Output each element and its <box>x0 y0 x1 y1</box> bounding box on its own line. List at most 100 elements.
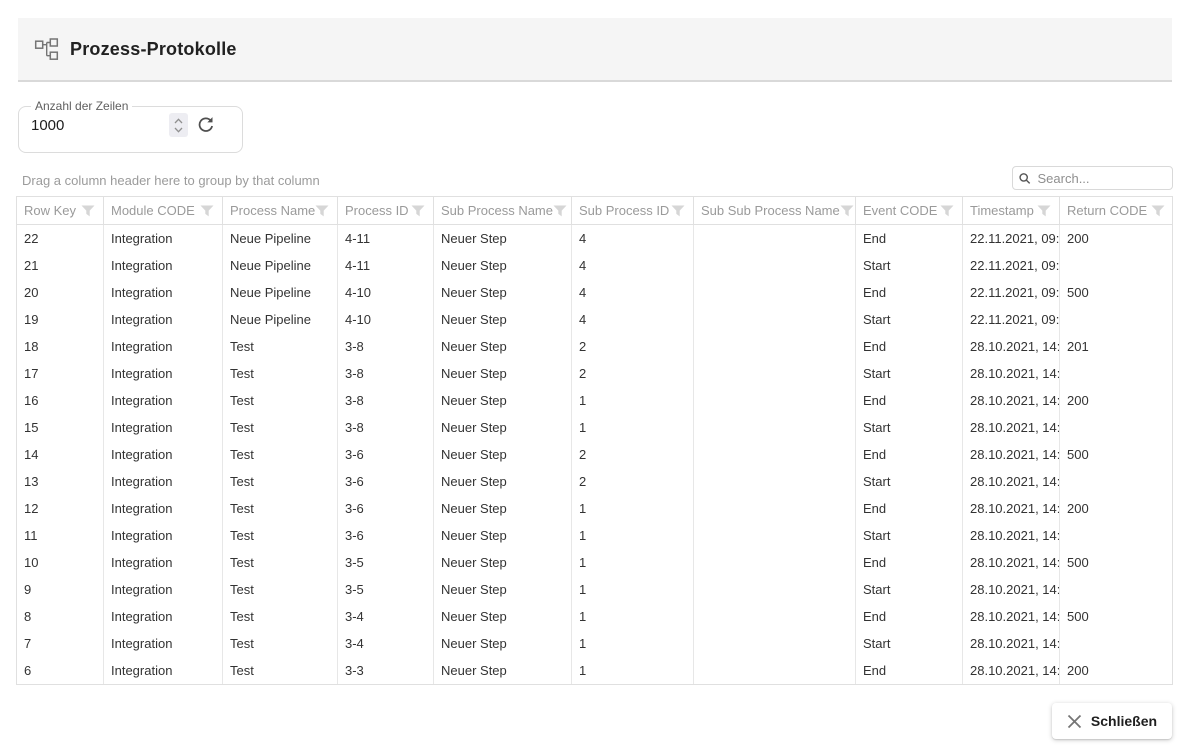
refresh-button[interactable] <box>194 113 218 137</box>
table-cell-timestamp: 22.11.2021, 09:37 <box>963 225 1060 252</box>
search-box[interactable] <box>1012 166 1173 190</box>
table-cell-sub-sub-process-name <box>694 549 856 576</box>
filter-funnel-icon[interactable] <box>940 205 954 217</box>
column-header-label: Row Key <box>24 203 76 218</box>
table-cell-sub-process-id: 2 <box>572 468 694 495</box>
table-cell-process-name: Test <box>223 441 338 468</box>
table-cell-sub-process-name: Neuer Step <box>434 468 572 495</box>
table-cell-sub-process-name: Neuer Step <box>434 576 572 603</box>
search-input[interactable] <box>1036 170 1167 187</box>
close-button[interactable]: Schließen <box>1052 703 1172 739</box>
table-cell-process-name: Neue Pipeline <box>223 279 338 306</box>
filter-funnel-icon[interactable] <box>553 205 567 217</box>
table-row[interactable]: 7IntegrationTest3-4Neuer Step1Start28.10… <box>17 630 1172 657</box>
table-cell-return-code <box>1060 468 1173 495</box>
table-cell-sub-process-name: Neuer Step <box>434 603 572 630</box>
table-cell-event-code: Start <box>856 630 963 657</box>
table-cell-event-code: End <box>856 387 963 414</box>
table-cell-event-code: End <box>856 549 963 576</box>
column-header-sub-process-name[interactable]: Sub Process Name <box>434 197 572 224</box>
table-cell-timestamp: 28.10.2021, 14:25 <box>963 441 1060 468</box>
table-cell-module-code: Integration <box>104 225 223 252</box>
table-cell-sub-process-id: 1 <box>572 576 694 603</box>
table-cell-sub-process-name: Neuer Step <box>434 441 572 468</box>
column-header-process-name[interactable]: Process Name <box>223 197 338 224</box>
table-cell-sub-process-id: 1 <box>572 414 694 441</box>
table-row[interactable]: 17IntegrationTest3-8Neuer Step2Start28.1… <box>17 360 1172 387</box>
table-cell-sub-process-id: 4 <box>572 225 694 252</box>
filter-funnel-icon[interactable] <box>411 205 425 217</box>
filter-funnel-icon[interactable] <box>81 205 95 217</box>
spin-up-icon[interactable] <box>174 118 183 124</box>
table-cell-process-name: Neue Pipeline <box>223 225 338 252</box>
group-panel-hint: Drag a column header here to group by th… <box>22 173 320 188</box>
table-cell-timestamp: 22.11.2021, 09:37 <box>963 252 1060 279</box>
spin-down-icon[interactable] <box>174 127 183 133</box>
table-cell-return-code: 200 <box>1060 657 1173 684</box>
table-row[interactable]: 9IntegrationTest3-5Neuer Step1Start28.10… <box>17 576 1172 603</box>
table-row[interactable]: 8IntegrationTest3-4Neuer Step1End28.10.2… <box>17 603 1172 630</box>
filter-funnel-icon[interactable] <box>671 205 685 217</box>
table-cell-return-code: 500 <box>1060 441 1173 468</box>
table-cell-event-code: Start <box>856 414 963 441</box>
table-cell-sub-process-id: 1 <box>572 522 694 549</box>
table-cell-sub-process-name: Neuer Step <box>434 306 572 333</box>
table-cell-process-name: Test <box>223 333 338 360</box>
column-header-sub-sub-process-name[interactable]: Sub Sub Process Name <box>694 197 856 224</box>
table-row[interactable]: 14IntegrationTest3-6Neuer Step2End28.10.… <box>17 441 1172 468</box>
table-cell-module-code: Integration <box>104 549 223 576</box>
table-cell-return-code <box>1060 360 1173 387</box>
table-row[interactable]: 6IntegrationTest3-3Neuer Step1End28.10.2… <box>17 657 1172 684</box>
table-cell-process-name: Test <box>223 360 338 387</box>
column-header-row-key[interactable]: Row Key <box>17 197 104 224</box>
table-row[interactable]: 13IntegrationTest3-6Neuer Step2Start28.1… <box>17 468 1172 495</box>
table-cell-process-name: Neue Pipeline <box>223 252 338 279</box>
table-row[interactable]: 16IntegrationTest3-8Neuer Step1End28.10.… <box>17 387 1172 414</box>
table-cell-process-name: Test <box>223 468 338 495</box>
filter-funnel-icon[interactable] <box>1151 205 1165 217</box>
table-cell-sub-process-id: 4 <box>572 279 694 306</box>
filter-funnel-icon[interactable] <box>1037 205 1051 217</box>
table-row[interactable]: 19IntegrationNeue Pipeline4-10Neuer Step… <box>17 306 1172 333</box>
table-cell-process-name: Test <box>223 576 338 603</box>
table-row[interactable]: 15IntegrationTest3-8Neuer Step1Start28.1… <box>17 414 1172 441</box>
table-row[interactable]: 22IntegrationNeue Pipeline4-11Neuer Step… <box>17 225 1172 252</box>
table-cell-row-key: 11 <box>17 522 104 549</box>
column-header-return-code[interactable]: Return CODE <box>1060 197 1173 224</box>
filter-funnel-icon[interactable] <box>200 205 214 217</box>
number-spinner[interactable] <box>169 113 188 137</box>
table-cell-process-name: Test <box>223 522 338 549</box>
column-header-sub-process-id[interactable]: Sub Process ID <box>572 197 694 224</box>
table-cell-sub-process-id: 1 <box>572 657 694 684</box>
table-cell-event-code: End <box>856 441 963 468</box>
table-cell-sub-process-id: 1 <box>572 549 694 576</box>
column-header-event-code[interactable]: Event CODE <box>856 197 963 224</box>
table-cell-sub-sub-process-name <box>694 279 856 306</box>
table-cell-sub-process-name: Neuer Step <box>434 630 572 657</box>
column-header-label: Sub Process ID <box>579 203 669 218</box>
column-header-module-code[interactable]: Module CODE <box>104 197 223 224</box>
table-cell-process-id: 3-6 <box>338 522 434 549</box>
column-header-label: Process Name <box>230 203 315 218</box>
table-cell-sub-process-name: Neuer Step <box>434 279 572 306</box>
filter-funnel-icon[interactable] <box>840 205 854 217</box>
column-header-timestamp[interactable]: Timestamp <box>963 197 1060 224</box>
row-count-input[interactable] <box>31 117 169 134</box>
table-cell-sub-sub-process-name <box>694 225 856 252</box>
table-cell-row-key: 16 <box>17 387 104 414</box>
table-cell-row-key: 8 <box>17 603 104 630</box>
table-cell-sub-sub-process-name <box>694 387 856 414</box>
table-cell-module-code: Integration <box>104 468 223 495</box>
table-cell-timestamp: 28.10.2021, 14:25 <box>963 495 1060 522</box>
table-row[interactable]: 12IntegrationTest3-6Neuer Step1End28.10.… <box>17 495 1172 522</box>
column-header-process-id[interactable]: Process ID <box>338 197 434 224</box>
table-row[interactable]: 21IntegrationNeue Pipeline4-11Neuer Step… <box>17 252 1172 279</box>
table-cell-timestamp: 28.10.2021, 14:17 <box>963 603 1060 630</box>
table-row[interactable]: 18IntegrationTest3-8Neuer Step2End28.10.… <box>17 333 1172 360</box>
table-row[interactable]: 10IntegrationTest3-5Neuer Step1End28.10.… <box>17 549 1172 576</box>
table-cell-process-name: Test <box>223 387 338 414</box>
table-row[interactable]: 20IntegrationNeue Pipeline4-10Neuer Step… <box>17 279 1172 306</box>
table-cell-sub-process-id: 2 <box>572 360 694 387</box>
filter-funnel-icon[interactable] <box>315 205 329 217</box>
table-row[interactable]: 11IntegrationTest3-6Neuer Step1Start28.1… <box>17 522 1172 549</box>
